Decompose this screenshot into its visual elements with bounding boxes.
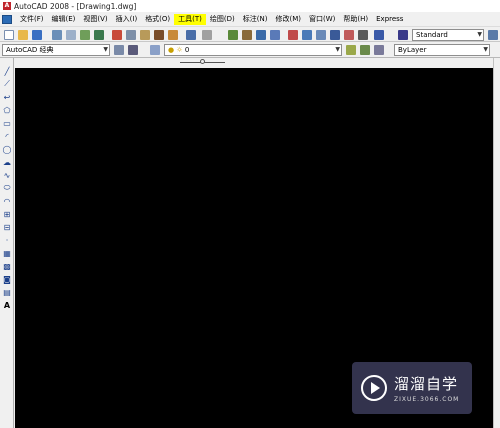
insert-block-icon[interactable]: ⊞ [2,209,12,219]
pan-icon[interactable] [228,30,238,40]
chevron-down-icon: ▼ [335,46,340,53]
help-icon[interactable] [374,30,384,40]
undo-icon[interactable] [186,30,196,40]
copy-icon[interactable] [126,30,136,40]
multiline-text-icon[interactable]: A [2,300,12,310]
window-title: AutoCAD 2008 - [Drawing1.dwg] [14,1,137,11]
layer-on-icon: ● [168,46,175,54]
menu-tools[interactable]: 工具(T) [174,13,206,25]
make-current-layer-icon[interactable] [346,45,356,55]
color-select[interactable]: ByLayer ▼ [394,44,490,56]
menu-bar: 文件(F) 编辑(E) 视图(V) 插入(I) 格式(O) 工具(T) 绘图(D… [0,12,500,26]
zoom-realtime-icon[interactable] [242,30,252,40]
3d-dwf-icon[interactable] [94,30,104,40]
gradient-icon[interactable]: ▩ [2,261,12,271]
layers-toolbar: AutoCAD 经典 ▼ ● ☼ 0 ▼ ByLayer ▼ [0,42,500,58]
text-style-icon[interactable] [398,30,408,40]
menu-help[interactable]: 帮助(H) [339,14,372,25]
rectangle-icon[interactable]: ▭ [2,118,12,128]
menu-format[interactable]: 格式(O) [141,14,174,25]
standard-toolbar: Standard ▼ [0,26,500,42]
point-icon[interactable]: · [2,235,12,245]
design-center-icon[interactable] [302,30,312,40]
text-style-value: Standard [416,31,448,39]
zoom-previous-icon[interactable] [270,30,280,40]
workspace-value: AutoCAD 经典 [6,46,54,54]
dim-style-icon[interactable] [488,30,498,40]
watermark-title: 溜溜自学 [394,375,459,393]
title-bar: A AutoCAD 2008 - [Drawing1.dwg] [0,0,500,12]
ellipse-icon[interactable]: ⬭ [2,183,12,193]
redo-icon[interactable] [202,30,212,40]
menu-draw[interactable]: 绘图(D) [206,14,239,25]
menu-modify[interactable]: 修改(M) [271,14,305,25]
open-icon[interactable] [18,30,28,40]
zoom-window-icon[interactable] [256,30,266,40]
polygon-icon[interactable]: ⬠ [2,105,12,115]
menu-edit[interactable]: 编辑(E) [48,14,80,25]
ellipse-arc-icon[interactable]: ◠ [2,196,12,206]
color-value: ByLayer [398,46,427,54]
match-properties-icon[interactable] [154,30,164,40]
spline-icon[interactable]: ∿ [2,170,12,180]
publish-icon[interactable] [80,30,90,40]
line-icon[interactable]: ╱ [2,66,12,76]
right-edge-strip [493,58,500,428]
text-style-select[interactable]: Standard ▼ [412,29,484,41]
menu-dimension[interactable]: 标注(N) [239,14,272,25]
markup-icon[interactable] [344,30,354,40]
my-workspace-icon[interactable] [128,45,138,55]
watermark-url: ZIXUE.3066.COM [394,396,460,403]
paste-icon[interactable] [140,30,150,40]
region-icon[interactable]: ◙ [2,274,12,284]
autocad-logo-icon: A [3,2,11,10]
menu-view[interactable]: 视图(V) [79,14,111,25]
menu-insert[interactable]: 插入(I) [112,14,142,25]
draw-toolbar: ╱ ⟋ ↩ ⬠ ▭ ◜ ◯ ☁ ∿ ⬭ ◠ ⊞ ⊟ · ▦ ▩ ◙ ▤ A [0,58,14,428]
circle-icon[interactable]: ◯ [2,144,12,154]
make-block-icon[interactable]: ⊟ [2,222,12,232]
layer-select[interactable]: ● ☼ 0 ▼ [164,44,342,56]
block-editor-icon[interactable] [168,30,178,40]
chevron-down-icon: ▼ [477,31,482,38]
menu-file[interactable]: 文件(F) [16,14,48,25]
watermark-text: 溜溜自学 ZIXUE.3066.COM [394,373,459,403]
polyline-icon[interactable]: ↩ [2,92,12,102]
sheet-set-icon[interactable] [330,30,340,40]
print-icon[interactable] [52,30,62,40]
hatch-icon[interactable]: ▦ [2,248,12,258]
layer-value: 0 [184,46,190,54]
properties-icon[interactable] [288,30,298,40]
play-logo-icon [361,375,387,401]
menu-window[interactable]: 窗口(W) [305,14,339,25]
workspace-select[interactable]: AutoCAD 经典 ▼ [2,44,110,56]
canvas-top-strip [15,58,493,68]
layer-thaw-icon: ☼ [176,46,183,54]
cut-icon[interactable] [112,30,122,40]
tool-palettes-icon[interactable] [316,30,326,40]
table-icon[interactable]: ▤ [2,287,12,297]
revision-cloud-icon[interactable]: ☁ [2,157,12,167]
chevron-down-icon: ▼ [483,46,488,53]
construction-line-icon[interactable]: ⟋ [2,79,12,89]
layer-previous-icon[interactable] [360,45,370,55]
arc-icon[interactable]: ◜ [2,131,12,141]
layer-properties-icon[interactable] [150,45,160,55]
workspace-settings-icon[interactable] [114,45,124,55]
watermark: 溜溜自学 ZIXUE.3066.COM [352,362,472,414]
save-icon[interactable] [32,30,42,40]
menu-express[interactable]: Express [372,14,407,25]
quickcalc-icon[interactable] [358,30,368,40]
color-control-icon[interactable] [374,45,384,55]
new-icon[interactable] [4,30,14,40]
chevron-down-icon: ▼ [103,46,108,53]
document-icon[interactable] [2,14,12,24]
plot-preview-icon[interactable] [66,30,76,40]
ruler-knob[interactable] [200,59,205,64]
